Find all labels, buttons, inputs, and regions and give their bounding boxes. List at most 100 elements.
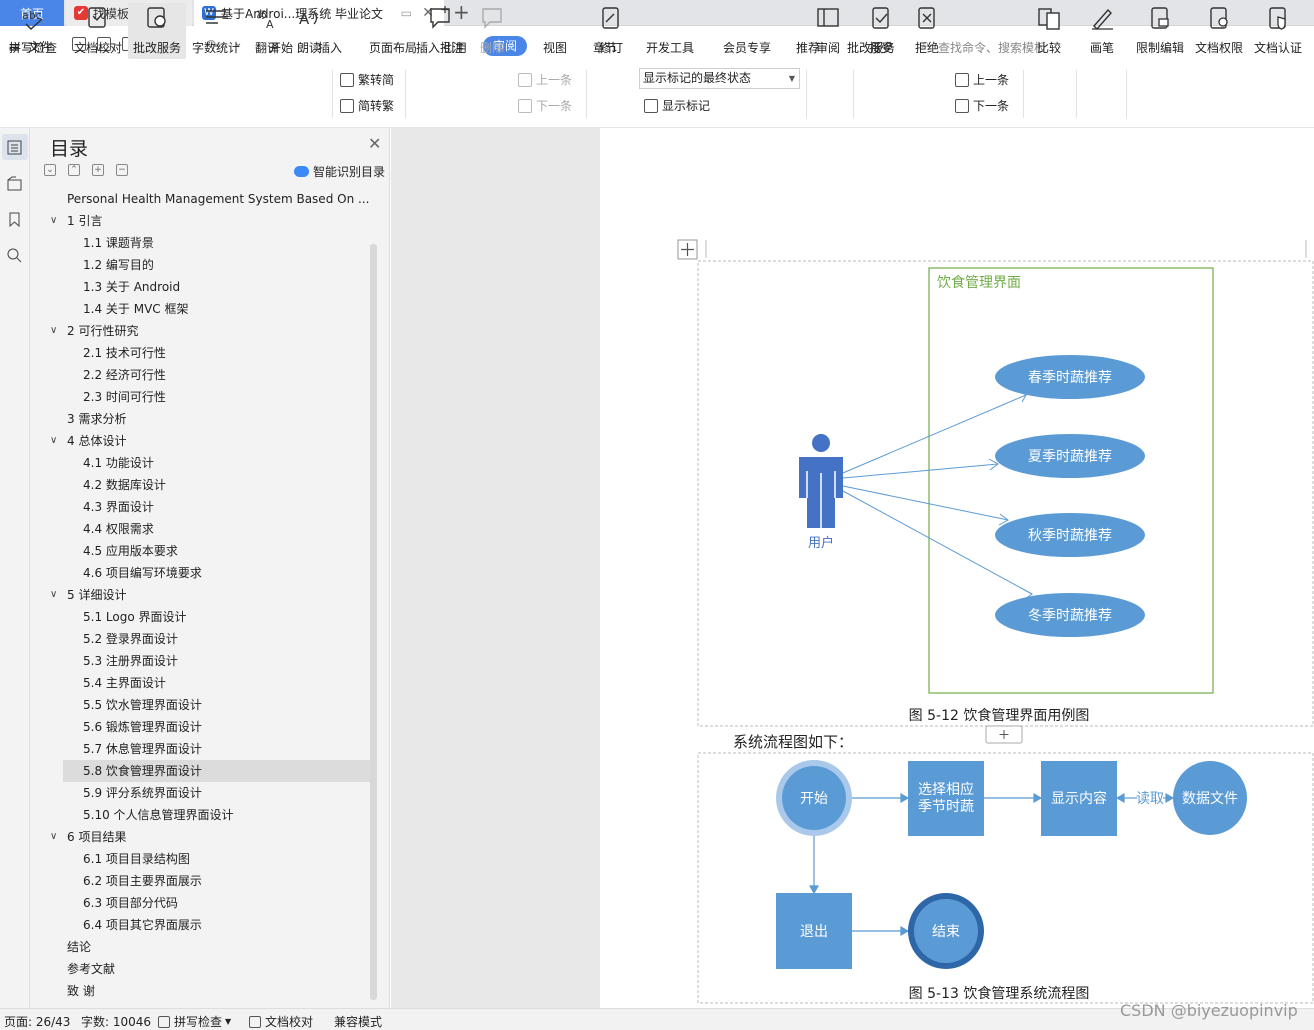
menu-member[interactable]: 会员专享	[723, 39, 771, 56]
markup-state-select[interactable]: 显示标记的最终状态 ▼	[639, 68, 800, 89]
doc-certify-button[interactable]: 文档认证	[1250, 3, 1306, 59]
chevron-down-icon[interactable]: ∨	[50, 320, 57, 342]
toc-item[interactable]: 5.3 注册界面设计	[63, 650, 371, 672]
page-indicator[interactable]: 页面: 26/43	[4, 1013, 70, 1030]
review-pane-button[interactable]: 审阅	[810, 3, 846, 59]
toc-item[interactable]: 4.5 应用版本要求	[63, 540, 371, 562]
toc-item[interactable]: 6.4 项目其它界面展示	[63, 914, 371, 936]
doc-permission-button[interactable]: 文档权限	[1191, 3, 1247, 59]
toc-nav-icon[interactable]	[6, 139, 23, 156]
add-heading-icon[interactable]: +	[92, 164, 104, 176]
expand-up-icon[interactable]: ⌃	[68, 164, 80, 176]
find-icon[interactable]	[6, 247, 23, 264]
reject-button[interactable]: 拒绝	[908, 3, 946, 59]
toc-item[interactable]: 2.1 技术可行性	[63, 342, 371, 364]
track-changes-button[interactable]: 修订	[592, 3, 630, 59]
translate-button[interactable]: あA 翻译	[248, 3, 286, 59]
review-pane-label: 审阅	[815, 41, 840, 55]
toc-item-label: 5.3 注册界面设计	[83, 654, 178, 668]
show-markup-button[interactable]: 显示标记	[644, 97, 710, 114]
prev-revision-button[interactable]: 上一条	[955, 71, 1009, 88]
accept-button[interactable]: 接受	[862, 3, 900, 59]
toc-item[interactable]: 6.3 项目部分代码	[63, 892, 371, 914]
word-count-indicator[interactable]: 字数: 10046	[81, 1013, 151, 1030]
toc-item-label: 参考文献	[67, 962, 116, 976]
chevron-down-icon[interactable]: ∨	[50, 430, 57, 452]
toc-item[interactable]: ∨ 6 项目结果	[50, 826, 371, 848]
menu-view[interactable]: 视图	[543, 39, 567, 56]
toc-item[interactable]: 1.1 课题背景	[63, 232, 371, 254]
toc-item[interactable]: 4.3 界面设计	[63, 496, 371, 518]
restrict-edit-button[interactable]: 限制编辑	[1132, 3, 1188, 59]
toc-item-label: 1.2 编写目的	[83, 258, 154, 272]
simp-to-trad-button[interactable]: 简转繁	[340, 97, 394, 114]
correct-service-button[interactable]: 批改服务	[128, 3, 186, 59]
smart-toc-button[interactable]: 智能识别目录	[294, 163, 385, 180]
next-comment-icon	[518, 98, 532, 113]
read-aloud-button[interactable]: A 朗读	[292, 3, 326, 59]
toc-item[interactable]: 4.1 功能设计	[63, 452, 371, 474]
toc-item[interactable]: 参考文献	[63, 958, 371, 980]
toc-item[interactable]: 5.8 饮食管理界面设计	[63, 760, 371, 782]
delete-comment-button[interactable]: 删除	[472, 3, 512, 59]
close-icon[interactable]: ✕	[368, 134, 381, 153]
collapse-all-icon[interactable]: ⌄	[44, 164, 56, 176]
toc-item[interactable]: 5.9 评分系统界面设计	[63, 782, 371, 804]
toc-item[interactable]: ∨ 2 可行性研究	[50, 320, 371, 342]
toc-item[interactable]: 4.6 项目编写环境要求	[63, 562, 371, 584]
prev-comment-button[interactable]: 上一条	[518, 71, 572, 88]
toc-item[interactable]: 1.4 关于 MVC 框架	[63, 298, 371, 320]
trad-to-simp-button[interactable]: 繁转简	[340, 71, 394, 88]
add-paragraph-button[interactable]	[985, 725, 1023, 744]
word-count-button[interactable]: 字数统计	[190, 3, 242, 59]
toc-item[interactable]: 5.6 锻炼管理界面设计	[63, 716, 371, 738]
toc-item[interactable]: 5.5 饮水管理界面设计	[63, 694, 371, 716]
chevron-down-icon[interactable]: ∨	[50, 826, 57, 848]
toc-item[interactable]: 1.3 关于 Android	[63, 276, 371, 298]
chevron-down-icon[interactable]: ∨	[50, 210, 57, 232]
toc-item[interactable]: 3 需求分析	[63, 408, 371, 430]
toc-item[interactable]: ∨ 4 总体设计	[50, 430, 371, 452]
toc-item[interactable]: 6.1 项目目录结构图	[63, 848, 371, 870]
spell-check-label: 拼写检查	[8, 41, 57, 55]
menu-layout[interactable]: 页面布局	[369, 39, 417, 56]
next-revision-button[interactable]: 下一条	[955, 97, 1009, 114]
toc-item[interactable]: 5.1 Logo 界面设计	[63, 606, 371, 628]
status-spell-check[interactable]: 拼写检查 ▼	[158, 1013, 231, 1030]
pin-icon[interactable]: ▭	[401, 6, 412, 20]
status-proofread[interactable]: 文档校对	[249, 1013, 313, 1030]
flow-select-line2: 季节时蔬	[918, 799, 974, 815]
toc-item[interactable]: 5.2 登录界面设计	[63, 628, 371, 650]
toc-item[interactable]: 结论	[63, 936, 371, 958]
usecase-frame[interactable]	[697, 260, 1314, 727]
toc-item[interactable]: 4.2 数据库设计	[63, 474, 371, 496]
toc-item[interactable]: ∨ 1 引言	[50, 210, 371, 232]
ribbon-divider	[586, 70, 587, 118]
insert-comment-button[interactable]: 插入批注	[412, 3, 468, 59]
toc-item[interactable]: 5.10 个人信息管理界面设计	[63, 804, 371, 826]
toc-item[interactable]: 6.2 项目主要界面展示	[63, 870, 371, 892]
compare-button[interactable]: 比较	[1030, 3, 1068, 59]
toc-item[interactable]: 4.4 权限需求	[63, 518, 371, 540]
toc-item[interactable]: 2.3 时间可行性	[63, 386, 371, 408]
toc-item[interactable]: 致 谢	[63, 980, 371, 1002]
chevron-down-icon[interactable]: ∨	[50, 584, 57, 606]
menu-devtools[interactable]: 开发工具	[646, 39, 694, 56]
toc-item[interactable]: 1.2 编写目的	[63, 254, 371, 276]
prev-comment-icon	[518, 72, 532, 87]
toc-item[interactable]: Personal Health Management System Based …	[63, 188, 371, 210]
bookmark-icon[interactable]	[6, 211, 23, 228]
flow-read-label: 读取	[1136, 790, 1164, 807]
toc-item[interactable]: 5.4 主界面设计	[63, 672, 371, 694]
remove-heading-icon[interactable]: −	[116, 164, 128, 176]
pen-button[interactable]: 画笔	[1084, 3, 1120, 59]
toc-item[interactable]: ∨ 5 详细设计	[50, 584, 371, 606]
proofread-button[interactable]: 文档校对	[72, 3, 124, 59]
toc-scrollbar[interactable]	[370, 244, 377, 1000]
spell-check-button[interactable]: abc 拼写检查	[4, 3, 62, 59]
next-comment-button[interactable]: 下一条	[518, 97, 572, 114]
move-handle-icon[interactable]	[677, 239, 698, 260]
toc-item[interactable]: 5.7 休息管理界面设计	[63, 738, 371, 760]
chapter-nav-icon[interactable]	[6, 175, 23, 192]
toc-item[interactable]: 2.2 经济可行性	[63, 364, 371, 386]
